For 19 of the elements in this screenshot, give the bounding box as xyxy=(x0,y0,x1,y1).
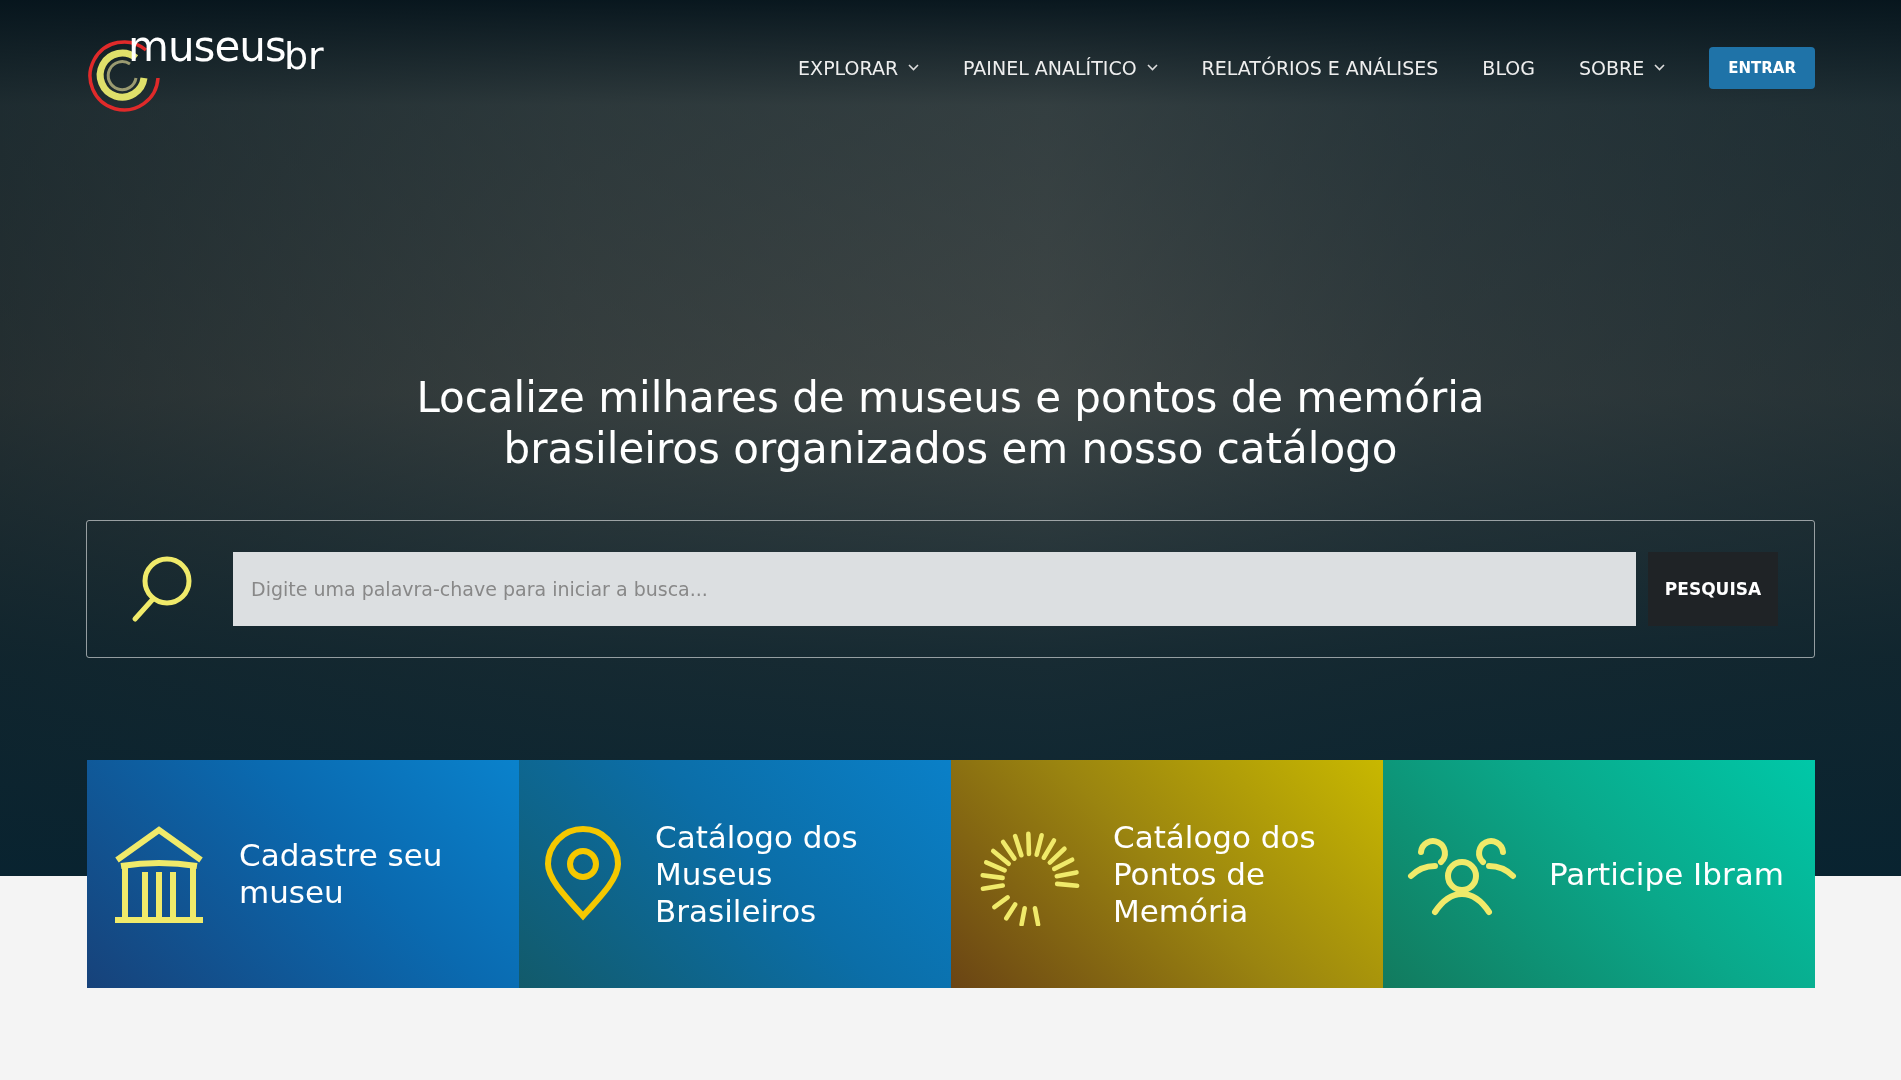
nav-link[interactable]: RELATÓRIOS E ANÁLISES xyxy=(1201,56,1439,79)
chevron-down-icon xyxy=(1146,64,1158,71)
feature-card[interactable]: Catálogo dos Pontos de Memória xyxy=(951,760,1383,988)
search-field[interactable]: Digite uma palavra-chave para iniciar a busca... xyxy=(233,552,1636,626)
headline: Localize milhares de museus e pontos de memória brasileiros organizados em nosso catálogo xyxy=(415,372,1486,474)
chevron-down-icon xyxy=(1654,64,1666,71)
nav-link[interactable]: SOBRE xyxy=(1579,56,1666,79)
nav-link[interactable]: EXPLORAR xyxy=(798,56,920,79)
search-button[interactable]: PESQUISA xyxy=(1648,552,1778,626)
nav-link[interactable]: BLOG xyxy=(1482,56,1535,79)
nav-link[interactable]: PAINEL ANALÍTICO xyxy=(963,56,1158,79)
search-icon xyxy=(131,555,193,623)
feature-card[interactable]: Cadastre seu museu xyxy=(87,760,519,988)
logo-suffix: br xyxy=(284,33,324,78)
chevron-down-icon xyxy=(908,64,920,71)
map-pin-icon xyxy=(543,826,623,922)
logo-text: museus xyxy=(128,21,286,71)
login-button[interactable]: ENTRAR xyxy=(1709,46,1815,89)
feature-card[interactable]: Catálogo dos Museus Brasileiros xyxy=(519,760,951,988)
